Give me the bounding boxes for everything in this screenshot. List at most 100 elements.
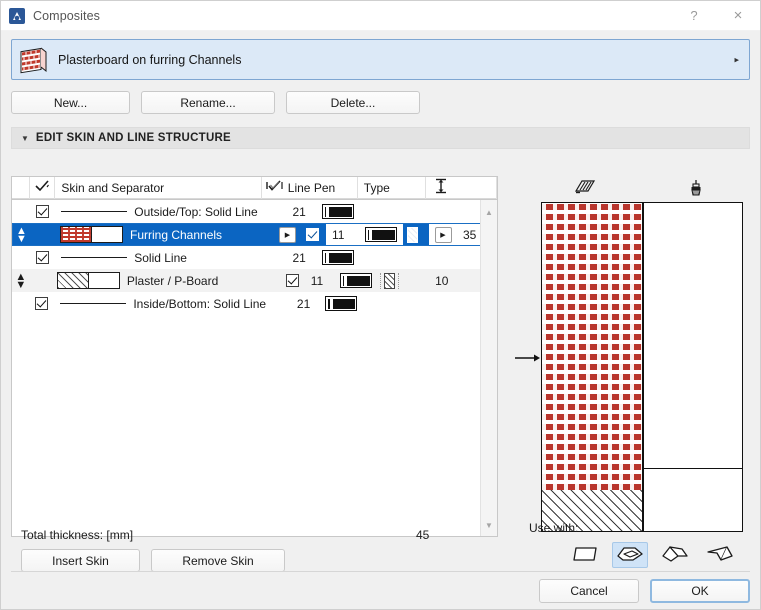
table-row[interactable]: ▲▼ Furring Channels ▶ [12, 223, 497, 246]
preview-surface-divider [644, 468, 742, 469]
table-row[interactable]: ▲▼ Plaster / P-Board [12, 269, 497, 292]
row-pen-value-cell[interactable]: 21 [286, 200, 316, 223]
row-thickness-value: 35 [463, 228, 476, 242]
row-pen-value-cell[interactable]: 21 [286, 246, 316, 269]
row-pen-value-cell[interactable]: 11 [326, 224, 358, 245]
fill-swatch-pair[interactable] [60, 226, 123, 243]
row-pen-check-cell[interactable] [280, 269, 305, 292]
row-drag-cell[interactable]: ▲▼ [12, 269, 30, 292]
remove-skin-button[interactable]: Remove Skin [151, 549, 285, 572]
row-type-cell[interactable] [376, 269, 427, 292]
ok-button[interactable]: OK [650, 579, 750, 603]
skin-rows: Outside/Top: Solid Line 21 [12, 200, 497, 315]
table-row[interactable]: Inside/Bottom: Solid Line 21 [12, 292, 497, 315]
preview-section-view [541, 202, 643, 532]
row-type-cell[interactable] [403, 223, 429, 246]
paint-brush-icon[interactable] [641, 179, 753, 196]
total-thickness-row: Total thickness: [mm] 45 [21, 525, 508, 545]
use-with-roof-option[interactable] [657, 542, 693, 568]
table-row[interactable]: Outside/Top: Solid Line 21 [12, 200, 497, 223]
row-pen-check-cell[interactable] [299, 223, 326, 246]
header-check-icon-cell[interactable] [30, 177, 55, 199]
use-with-options [567, 542, 752, 568]
drag-handle-icon[interactable]: ▲▼ [15, 273, 26, 289]
close-button[interactable]: × [716, 1, 760, 30]
row-pen-value: 21 [292, 205, 305, 219]
row-fill-dropdown-cell[interactable]: ▶ [277, 223, 299, 246]
new-button[interactable]: New... [11, 91, 130, 114]
row-name-cell: Plaster / P-Board [55, 269, 259, 292]
composite-selector[interactable]: Plasterboard on furring Channels ▸ [11, 39, 750, 80]
row-checkbox-cell[interactable] [30, 246, 55, 269]
row-pen-swatch-cell[interactable] [335, 269, 377, 292]
row-pen-value-cell[interactable]: 11 [305, 269, 335, 292]
preview-panel [529, 176, 752, 571]
edit-skin-section-header[interactable]: ▼ EDIT SKIN AND LINE STRUCTURE [11, 127, 750, 149]
table-row[interactable]: Solid Line 21 [12, 246, 497, 269]
cancel-button[interactable]: Cancel [539, 579, 639, 603]
row-pen-swatch-cell[interactable] [317, 246, 359, 269]
use-with-shell-option[interactable] [702, 542, 738, 568]
row-drag-cell [12, 292, 29, 315]
row-thickness-value: 10 [435, 274, 448, 288]
delete-button[interactable]: Delete... [286, 91, 420, 114]
insert-skin-button[interactable]: Insert Skin [21, 549, 140, 572]
fill-swatch-pair[interactable] [57, 272, 120, 289]
header-thickness-cell [426, 177, 497, 199]
row-pen-value: 21 [292, 251, 305, 265]
row-label: Solid Line [134, 251, 187, 265]
use-with-slab-option[interactable] [612, 542, 648, 568]
row-type-dropdown-cell[interactable]: ▶ [429, 224, 457, 245]
row-enabled-checkbox[interactable] [36, 251, 49, 264]
row-checkbox-cell [31, 223, 58, 246]
row-pen-swatch-cell[interactable] [358, 224, 403, 245]
chevron-right-icon[interactable]: ▸ [734, 54, 739, 65]
fill-dropdown-arrow-icon[interactable]: ▶ [279, 227, 296, 243]
row-pen-swatch-cell[interactable] [320, 292, 361, 315]
skin-surface-swatch[interactable] [88, 272, 120, 289]
section-title: EDIT SKIN AND LINE STRUCTURE [36, 132, 231, 144]
skin-list-zone: Skin and Separator Line Pen Type [11, 176, 498, 571]
skin-surface-swatch[interactable] [91, 226, 123, 243]
row-pen-check-cell [261, 246, 286, 269]
use-with-wall-option[interactable] [567, 542, 603, 568]
header-type: Type [358, 177, 426, 199]
skin-fill-swatch[interactable] [60, 226, 92, 243]
row-label: Furring Channels [130, 228, 222, 242]
preview-mode-icons [529, 176, 752, 198]
list-vertical-scrollbar[interactable]: ▲ ▼ [480, 200, 497, 536]
help-button[interactable]: ? [672, 1, 716, 30]
preview-furring-channels-fill [542, 203, 642, 490]
title-bar: Composites ? × [1, 1, 760, 31]
total-thickness-value: 45 [416, 528, 429, 542]
hatch-fill-icon[interactable] [529, 179, 641, 195]
type-dropdown-arrow-icon[interactable]: ▶ [435, 227, 452, 243]
header-line-pen-group: Line Pen [262, 177, 358, 199]
scroll-up-arrow-icon[interactable]: ▲ [481, 204, 497, 220]
drag-handle-icon[interactable]: ▲▼ [16, 227, 27, 243]
solid-line-preview-icon [60, 303, 126, 304]
solid-line-preview-icon [61, 257, 127, 258]
row-pen-swatch-cell[interactable] [317, 200, 359, 223]
row-enabled-checkbox[interactable] [36, 205, 49, 218]
pen-preview-icon [325, 296, 357, 311]
skin-fill-swatch[interactable] [57, 272, 89, 289]
rename-button[interactable]: Rename... [141, 91, 275, 114]
roof-shape-icon [660, 544, 690, 567]
row-name-cell: Outside/Top: Solid Line [55, 200, 261, 223]
row-pen-value-cell[interactable]: 21 [291, 292, 320, 315]
row-checkbox-cell[interactable] [29, 292, 54, 315]
pen-enabled-checkbox[interactable] [286, 274, 299, 287]
row-checkbox-cell [30, 269, 55, 292]
shell-shape-icon [705, 544, 735, 567]
pen-preview-icon [340, 273, 372, 288]
row-pen-value: 11 [311, 274, 323, 288]
collapse-triangle-icon[interactable]: ▼ [21, 134, 29, 143]
row-type-cell [359, 246, 427, 269]
wall-shape-icon [571, 544, 599, 567]
row-enabled-checkbox[interactable] [35, 297, 48, 310]
pen-enabled-checkbox[interactable] [306, 228, 319, 241]
row-drag-cell[interactable]: ▲▼ [12, 223, 31, 246]
row-checkbox-cell[interactable] [30, 200, 55, 223]
thickness-dimension-icon [434, 178, 448, 197]
